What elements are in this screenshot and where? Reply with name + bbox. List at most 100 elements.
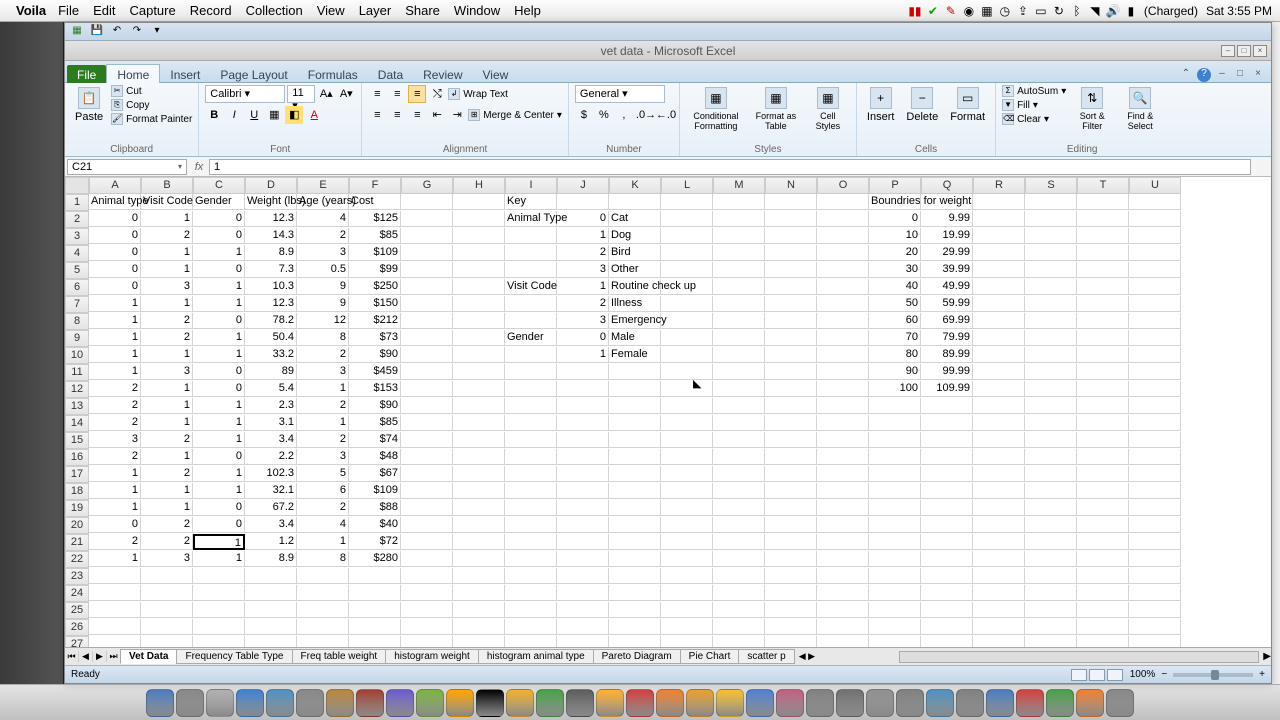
cell[interactable]: 10 <box>869 228 921 244</box>
cell[interactable] <box>1077 432 1129 448</box>
cell[interactable]: 12 <box>297 313 349 329</box>
cell[interactable] <box>1077 449 1129 465</box>
cell[interactable]: 1 <box>193 415 245 431</box>
cell[interactable]: 2 <box>141 517 193 533</box>
cell[interactable] <box>921 500 973 516</box>
cell[interactable]: $74 <box>349 432 401 448</box>
grow-font-icon[interactable]: A▴ <box>317 85 335 103</box>
cell[interactable] <box>453 585 505 601</box>
cell[interactable] <box>661 602 713 618</box>
cell[interactable] <box>1129 551 1181 567</box>
cell[interactable]: 2 <box>297 347 349 363</box>
cell[interactable] <box>869 619 921 635</box>
inc-decimal-icon[interactable]: .0→ <box>635 106 653 124</box>
dock-app-icon[interactable] <box>1106 689 1134 717</box>
cell[interactable] <box>557 568 609 584</box>
cell[interactable]: 79.99 <box>921 330 973 346</box>
sheet-tab[interactable]: Vet Data <box>120 649 177 664</box>
cell[interactable] <box>713 551 765 567</box>
cell[interactable]: 1 <box>297 381 349 397</box>
cell[interactable] <box>505 483 557 499</box>
col-header[interactable]: T <box>1077 177 1129 194</box>
dock-app-icon[interactable] <box>206 689 234 717</box>
cell[interactable]: $153 <box>349 381 401 397</box>
cell[interactable] <box>401 347 453 363</box>
cell[interactable]: 4 <box>297 211 349 227</box>
cell[interactable]: 33.2 <box>245 347 297 363</box>
cell[interactable] <box>1025 245 1077 261</box>
cell[interactable]: Visit Code <box>505 279 557 295</box>
cell[interactable]: 2 <box>141 313 193 329</box>
cell[interactable] <box>765 194 817 210</box>
cell[interactable]: 2 <box>297 500 349 516</box>
cell[interactable]: 60 <box>869 313 921 329</box>
cell[interactable] <box>401 449 453 465</box>
cell[interactable] <box>1129 619 1181 635</box>
cell[interactable]: $40 <box>349 517 401 533</box>
cell[interactable] <box>921 585 973 601</box>
cell[interactable]: $67 <box>349 466 401 482</box>
row-header[interactable]: 12 <box>65 381 89 398</box>
cell[interactable]: 39.99 <box>921 262 973 278</box>
cell[interactable] <box>401 602 453 618</box>
cell[interactable]: Key <box>505 194 557 210</box>
row-header[interactable]: 4 <box>65 245 89 262</box>
cell[interactable]: 0 <box>89 211 141 227</box>
cell[interactable]: 2.2 <box>245 449 297 465</box>
cell[interactable]: 3 <box>557 313 609 329</box>
cell[interactable] <box>713 347 765 363</box>
menu-capture[interactable]: Capture <box>129 3 175 18</box>
cell[interactable] <box>713 636 765 647</box>
cell[interactable] <box>1129 364 1181 380</box>
dock-app-icon[interactable] <box>566 689 594 717</box>
cell[interactable] <box>453 347 505 363</box>
cell[interactable]: 3 <box>297 449 349 465</box>
row-header[interactable]: 13 <box>65 398 89 415</box>
cell[interactable] <box>401 432 453 448</box>
cell[interactable]: 0 <box>89 517 141 533</box>
align-middle-icon[interactable]: ≡ <box>388 85 406 103</box>
cell[interactable]: 3 <box>141 364 193 380</box>
cell[interactable] <box>453 500 505 516</box>
cell[interactable]: Weight (lbs) <box>245 194 297 210</box>
dock-app-icon[interactable] <box>986 689 1014 717</box>
cell[interactable] <box>557 602 609 618</box>
cell[interactable] <box>557 483 609 499</box>
cell[interactable] <box>557 381 609 397</box>
cell[interactable] <box>661 279 713 295</box>
cell[interactable]: 3.4 <box>245 432 297 448</box>
cell[interactable] <box>1129 636 1181 647</box>
cell[interactable] <box>1025 585 1077 601</box>
cell[interactable]: 2 <box>141 534 193 550</box>
menu-file[interactable]: File <box>58 3 79 18</box>
cell[interactable] <box>609 517 661 533</box>
cell[interactable] <box>869 449 921 465</box>
close-button[interactable]: × <box>1253 45 1267 57</box>
cell[interactable]: 2 <box>557 245 609 261</box>
cell[interactable] <box>453 228 505 244</box>
tab-insert[interactable]: Insert <box>160 65 210 85</box>
cell[interactable] <box>661 262 713 278</box>
cell[interactable]: 78.2 <box>245 313 297 329</box>
cell[interactable] <box>505 347 557 363</box>
cell[interactable] <box>453 194 505 210</box>
cell[interactable] <box>401 619 453 635</box>
cell[interactable] <box>557 466 609 482</box>
excel-icon[interactable]: ▦ <box>69 25 85 39</box>
cell[interactable]: $85 <box>349 415 401 431</box>
sheet-tab[interactable]: Freq table weight <box>292 649 387 664</box>
cell[interactable] <box>1025 279 1077 295</box>
cell[interactable] <box>713 381 765 397</box>
menu-help[interactable]: Help <box>514 3 541 18</box>
cell[interactable] <box>817 364 869 380</box>
cell[interactable]: 1 <box>89 330 141 346</box>
cell[interactable]: Bird <box>609 245 661 261</box>
cell[interactable]: 1 <box>193 245 245 261</box>
cell[interactable]: 1 <box>89 296 141 312</box>
cell[interactable]: Gender <box>505 330 557 346</box>
cell[interactable]: 1 <box>141 381 193 397</box>
cell[interactable] <box>401 262 453 278</box>
cell[interactable] <box>713 330 765 346</box>
dock-app-icon[interactable] <box>356 689 384 717</box>
border-button[interactable]: ▦ <box>265 106 283 124</box>
